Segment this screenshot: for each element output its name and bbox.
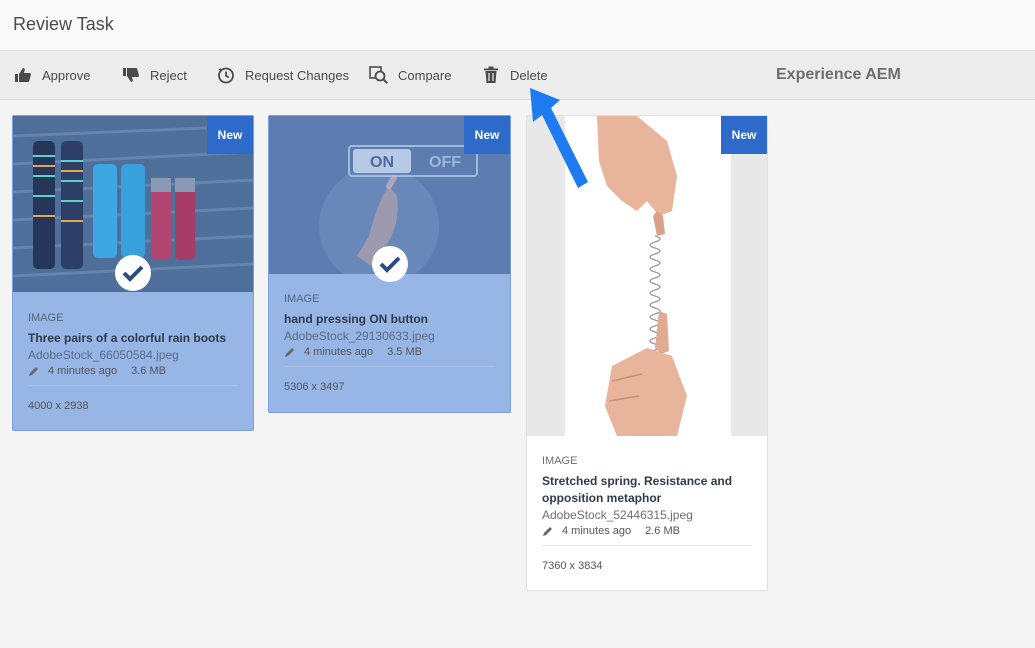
asset-card[interactable]: New IMAGE Three pairs of a colorful rain…	[12, 115, 254, 431]
asset-type: IMAGE	[284, 293, 320, 305]
asset-size: 2.6 MB	[645, 525, 680, 537]
title-bar: Review Task	[0, 0, 1035, 51]
trash-icon	[481, 65, 501, 85]
thumbnail-on-text: ON	[370, 154, 394, 171]
asset-title: Three pairs of a colorful rain boots	[28, 331, 227, 345]
brand-label: Experience AEM	[776, 66, 901, 83]
asset-type: IMAGE	[28, 312, 64, 324]
reject-button[interactable]: Reject	[121, 51, 187, 99]
asset-modified: 4 minutes ago	[562, 525, 632, 537]
divider	[542, 545, 752, 546]
asset-metadata: IMAGE Three pairs of a colorful rain boo…	[28, 312, 238, 412]
compare-button[interactable]: Compare	[369, 51, 451, 99]
asset-dimensions: 5306 x 3497	[284, 381, 345, 393]
asset-filename: AdobeStock_52446315.jpeg	[542, 508, 693, 522]
checkmark-icon[interactable]	[115, 255, 151, 291]
page-title: Review Task	[13, 14, 114, 34]
asset-title: Stretched spring. Resistance and opposit…	[542, 474, 733, 505]
approve-label: Approve	[42, 67, 91, 83]
asset-dimensions: 4000 x 2938	[28, 400, 89, 412]
asset-title: hand pressing ON button	[284, 312, 428, 326]
pencil-icon	[29, 367, 38, 376]
asset-metadata: IMAGE hand pressing ON button AdobeStock…	[284, 293, 495, 393]
checkmark-icon[interactable]	[372, 246, 408, 282]
asset-modified: 4 minutes ago	[48, 365, 118, 377]
asset-filename: AdobeStock_66050584.jpeg	[28, 348, 179, 362]
new-badge: New	[207, 116, 253, 154]
asset-filename: AdobeStock_29130633.jpeg	[284, 329, 435, 343]
new-badge: New	[721, 116, 767, 154]
asset-info-row: 4 minutes ago 3.6 MB	[28, 365, 238, 377]
compare-icon	[369, 65, 389, 85]
divider	[28, 385, 238, 386]
request-changes-label: Request Changes	[245, 67, 350, 83]
pencil-icon	[543, 527, 552, 536]
request-changes-button[interactable]: Request Changes	[216, 51, 349, 99]
asset-dimensions: 7360 x 3834	[542, 560, 603, 572]
asset-type: IMAGE	[542, 455, 578, 467]
thumbs-down-icon	[121, 65, 141, 85]
asset-size: 3.6 MB	[131, 365, 166, 377]
delete-label: Delete	[510, 67, 548, 83]
asset-card[interactable]: ON OFF New IMAGE hand pressing ON button…	[268, 115, 511, 413]
thumbs-up-icon	[13, 65, 33, 85]
pencil-icon	[285, 348, 294, 357]
reject-label: Reject	[150, 67, 187, 83]
new-badge: New	[464, 116, 510, 154]
divider	[284, 366, 495, 367]
asset-info-row: 4 minutes ago 3.5 MB	[284, 346, 495, 358]
pointer-arrow-icon	[530, 88, 588, 188]
asset-metadata: IMAGE Stretched spring. Resistance and o…	[542, 455, 752, 572]
asset-size: 3.5 MB	[387, 346, 422, 358]
compare-label: Compare	[398, 67, 452, 83]
approve-button[interactable]: Approve	[13, 51, 90, 99]
asset-modified: 4 minutes ago	[304, 346, 374, 358]
clock-history-icon	[216, 65, 236, 85]
thumbnail-off-text: OFF	[429, 154, 461, 171]
asset-info-row: 4 minutes ago 2.6 MB	[542, 525, 752, 537]
